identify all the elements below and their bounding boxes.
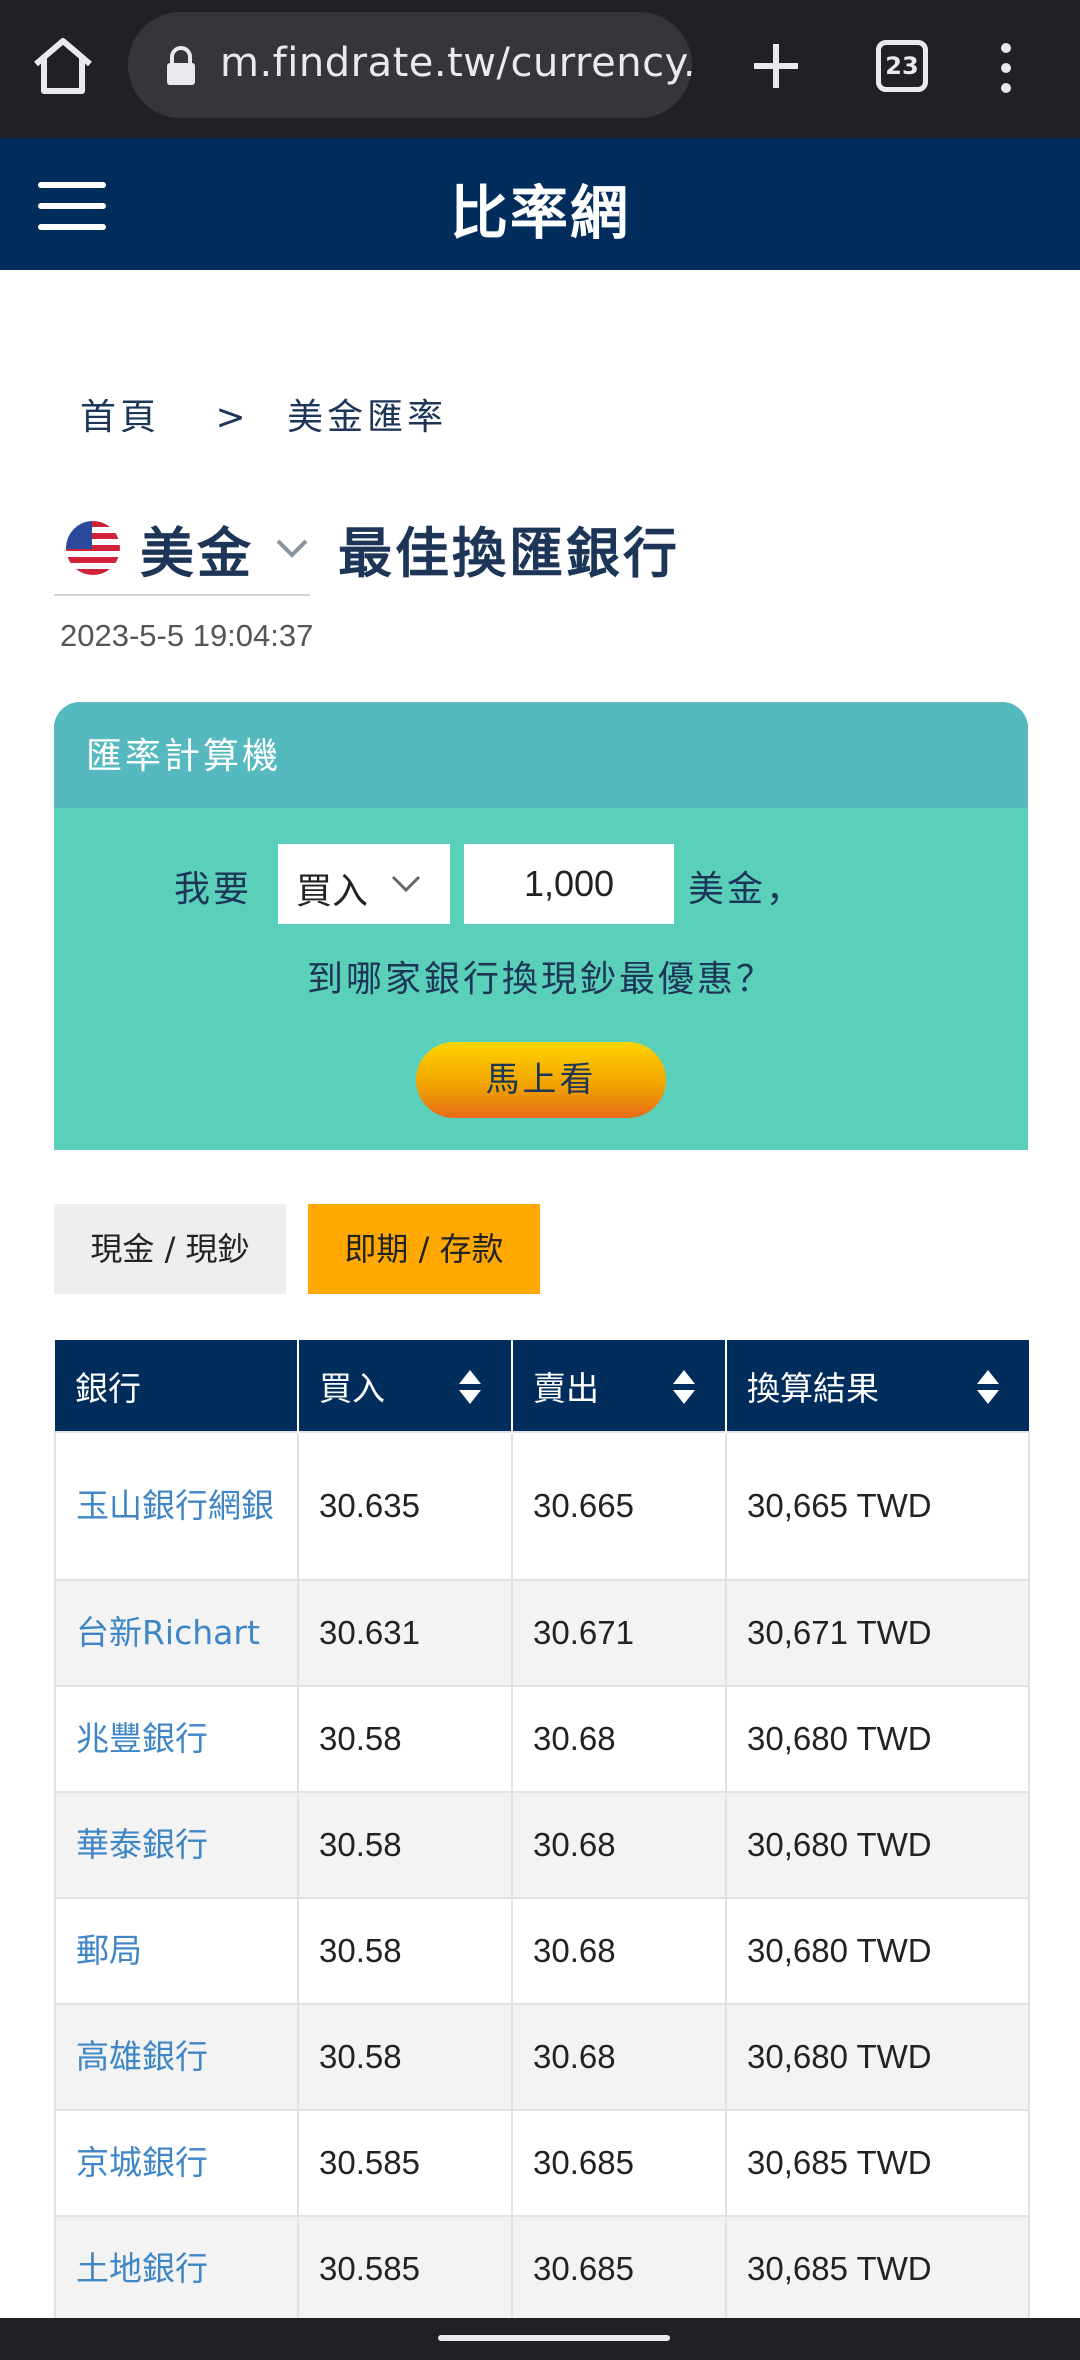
table-row: 華泰銀行 30.58 30.68 30,680 TWD bbox=[54, 1791, 1030, 1899]
rate-table: 銀行 買入 賣出 換算結果 玉山銀行網銀 30.635 30.665 30,66… bbox=[54, 1340, 1030, 2323]
table-row: 土地銀行 30.585 30.685 30,685 TWD bbox=[54, 2215, 1030, 2323]
sell-rate: 30.671 bbox=[511, 1579, 727, 1687]
converted-result: 30,680 TWD bbox=[725, 2003, 1030, 2111]
converted-result: 30,665 TWD bbox=[725, 1431, 1030, 1581]
sell-rate: 30.68 bbox=[511, 2003, 727, 2111]
page-heading: 美金 最佳換匯銀行 bbox=[66, 508, 680, 588]
site-header: 比率網 bbox=[0, 138, 1080, 270]
address-bar[interactable]: m.findrate.tw/currency.p bbox=[128, 12, 692, 118]
tab-switcher-button[interactable]: 23 bbox=[876, 40, 928, 92]
tab-cash[interactable]: 現金 / 現鈔 bbox=[54, 1204, 286, 1294]
buy-rate: 30.58 bbox=[297, 1791, 513, 1899]
sell-rate: 30.685 bbox=[511, 2215, 727, 2323]
buy-rate: 30.635 bbox=[297, 1431, 513, 1581]
calculator-title: 匯率計算機 bbox=[54, 702, 1028, 808]
table-row: 台新Richart 30.631 30.671 30,671 TWD bbox=[54, 1579, 1030, 1687]
table-row: 京城銀行 30.585 30.685 30,685 TWD bbox=[54, 2109, 1030, 2217]
table-row: 玉山銀行網銀 30.635 30.665 30,665 TWD bbox=[54, 1431, 1030, 1581]
table-row: 兆豐銀行 30.58 30.68 30,680 TWD bbox=[54, 1685, 1030, 1793]
system-navigation-bar bbox=[0, 2318, 1080, 2360]
sell-rate: 30.68 bbox=[511, 1897, 727, 2005]
calculator-question: 到哪家銀行換現鈔最優惠？ bbox=[306, 959, 775, 1000]
tab-spot[interactable]: 即期 / 存款 bbox=[308, 1204, 540, 1294]
more-options-icon[interactable] bbox=[990, 38, 1022, 98]
sort-icon[interactable] bbox=[671, 1368, 697, 1406]
sell-rate: 30.665 bbox=[511, 1431, 727, 1581]
browser-toolbar: m.findrate.tw/currency.p 23 bbox=[0, 0, 1080, 138]
chevron-down-icon[interactable] bbox=[274, 536, 310, 560]
buy-rate: 30.631 bbox=[297, 1579, 513, 1687]
converted-result: 30,680 TWD bbox=[725, 1791, 1030, 1899]
action-select[interactable]: 買入 bbox=[278, 844, 450, 924]
buy-rate: 30.58 bbox=[297, 1685, 513, 1793]
update-timestamp: 2023-5-5 19:04:37 bbox=[60, 618, 314, 653]
header-sell[interactable]: 賣出 bbox=[512, 1340, 727, 1432]
converted-result: 30,685 TWD bbox=[725, 2215, 1030, 2323]
url-text: m.findrate.tw/currency.p bbox=[220, 40, 692, 86]
action-select-value: 買入 bbox=[296, 871, 369, 912]
sell-rate: 30.68 bbox=[511, 1685, 727, 1793]
lock-icon bbox=[167, 46, 195, 85]
header-buy[interactable]: 買入 bbox=[298, 1340, 513, 1432]
sort-icon[interactable] bbox=[975, 1368, 1001, 1406]
sell-rate: 30.68 bbox=[511, 1791, 727, 1899]
view-now-button[interactable]: 馬上看 bbox=[416, 1042, 666, 1118]
header-result[interactable]: 換算結果 bbox=[726, 1340, 1029, 1432]
amount-input[interactable] bbox=[464, 844, 674, 924]
home-gesture-handle[interactable] bbox=[438, 2335, 670, 2341]
table-row: 郵局 30.58 30.68 30,680 TWD bbox=[54, 1897, 1030, 2005]
bank-link[interactable]: 兆豐銀行 bbox=[54, 1685, 299, 1793]
buy-rate: 30.58 bbox=[297, 2003, 513, 2111]
converted-result: 30,680 TWD bbox=[725, 1897, 1030, 2005]
breadcrumb-separator: > bbox=[215, 397, 250, 438]
bank-link[interactable]: 華泰銀行 bbox=[54, 1791, 299, 1899]
buy-rate: 30.585 bbox=[297, 2109, 513, 2217]
chevron-down-icon bbox=[391, 875, 421, 893]
bank-link[interactable]: 郵局 bbox=[54, 1897, 299, 2005]
bank-link[interactable]: 台新Richart bbox=[54, 1579, 299, 1687]
buy-rate: 30.58 bbox=[297, 1897, 513, 2005]
sort-icon[interactable] bbox=[457, 1368, 483, 1406]
sell-rate: 30.685 bbox=[511, 2109, 727, 2217]
bank-link[interactable]: 土地銀行 bbox=[54, 2215, 299, 2323]
page-title: 最佳換匯銀行 bbox=[338, 521, 680, 585]
breadcrumb: 首頁 > 美金匯率 bbox=[80, 388, 447, 440]
bank-link[interactable]: 玉山銀行網銀 bbox=[54, 1431, 299, 1581]
new-tab-icon[interactable] bbox=[746, 36, 806, 96]
currency-selector[interactable]: 美金 bbox=[140, 509, 254, 588]
calculator-form: 我要 買入 美金， bbox=[54, 842, 1028, 926]
breadcrumb-home-link[interactable]: 首頁 bbox=[80, 397, 160, 438]
currency-label: 美金， bbox=[688, 869, 806, 910]
currency-underline bbox=[54, 594, 310, 596]
table-header-row: 銀行 買入 賣出 換算結果 bbox=[55, 1340, 1029, 1432]
us-flag-icon bbox=[66, 521, 120, 575]
converted-result: 30,671 TWD bbox=[725, 1579, 1030, 1687]
converted-result: 30,685 TWD bbox=[725, 2109, 1030, 2217]
header-bank: 銀行 bbox=[55, 1340, 299, 1432]
bank-link[interactable]: 京城銀行 bbox=[54, 2109, 299, 2217]
bank-link[interactable]: 高雄銀行 bbox=[54, 2003, 299, 2111]
breadcrumb-current[interactable]: 美金匯率 bbox=[287, 397, 447, 438]
converted-result: 30,680 TWD bbox=[725, 1685, 1030, 1793]
want-label: 我要 bbox=[174, 869, 253, 910]
buy-rate: 30.585 bbox=[297, 2215, 513, 2323]
rate-calculator: 匯率計算機 我要 買入 美金， 到哪家銀行換現鈔最優惠？ 馬上看 bbox=[54, 702, 1028, 1150]
table-row: 高雄銀行 30.58 30.68 30,680 TWD bbox=[54, 2003, 1030, 2111]
home-icon[interactable] bbox=[30, 36, 96, 96]
site-title[interactable]: 比率網 bbox=[0, 166, 1080, 250]
